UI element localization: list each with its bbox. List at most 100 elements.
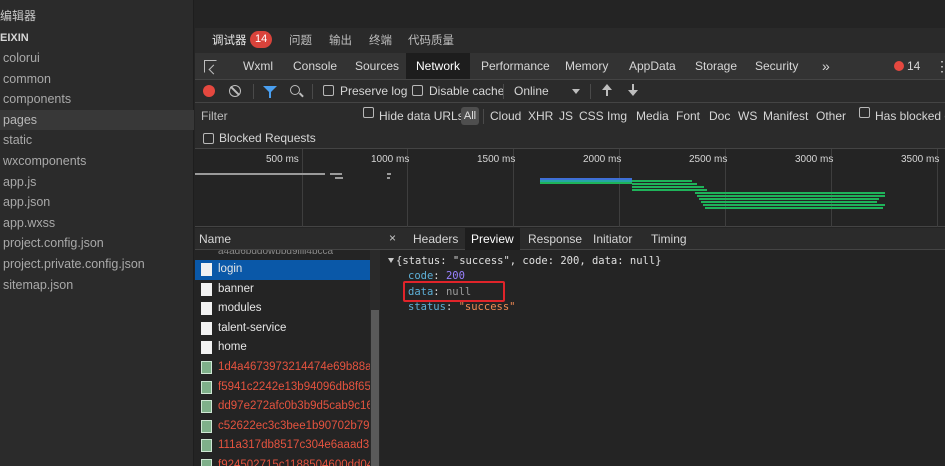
devtools-tab-sources[interactable]: Sources <box>355 53 399 79</box>
timeline-tick-label: 3500 ms <box>901 154 940 165</box>
has-blocked-cookies-checkbox[interactable] <box>859 107 870 118</box>
tab-debugger[interactable]: 调试器 <box>212 32 247 48</box>
type-filter-media[interactable]: Media <box>636 103 669 130</box>
document-file-icon <box>201 263 212 276</box>
file-explorer: 编辑器 EIXIN colorui common components pages st… <box>0 0 194 466</box>
type-filter-xhr[interactable]: XHR <box>528 103 553 130</box>
tree-item[interactable]: components <box>0 89 194 110</box>
tree-item[interactable]: project.private.config.json <box>0 254 194 275</box>
document-file-icon <box>201 282 212 296</box>
record-button[interactable] <box>203 85 215 97</box>
timeline-waterfall-bar <box>387 177 390 179</box>
tree-item[interactable]: project.config.json <box>0 233 194 254</box>
request-row[interactable]: c52622ec3c3bee1b90702b79b... <box>195 417 370 437</box>
type-filter-css[interactable]: CSS <box>579 103 604 130</box>
requests-header: Name <box>195 228 380 250</box>
request-row[interactable]: 1d4a4673973214474e69b88a... <box>195 358 370 378</box>
type-filter-img[interactable]: Img <box>607 103 627 130</box>
request-row[interactable]: login <box>195 260 370 280</box>
devtools-tab-performance[interactable]: Performance <box>481 53 550 79</box>
tab-code-quality[interactable]: 代码质量 <box>408 32 454 48</box>
devtools-tab-network[interactable]: Network <box>406 53 471 79</box>
name-column-header[interactable]: Name <box>199 232 231 246</box>
import-har-icon[interactable] <box>602 84 612 97</box>
disable-cache-checkbox[interactable] <box>412 85 423 96</box>
type-filter-all[interactable]: All <box>461 107 479 125</box>
tree-item[interactable]: app.js <box>0 172 194 193</box>
tree-item[interactable]: wxcomponents <box>0 151 194 172</box>
devtools-tab-console[interactable]: Console <box>293 53 337 79</box>
type-filter-font[interactable]: Font <box>676 103 700 130</box>
throttling-select[interactable]: Online <box>514 80 549 103</box>
detail-tab-preview[interactable]: Preview <box>465 228 520 250</box>
tree-item[interactable]: common <box>0 69 194 90</box>
preserve-log-checkbox[interactable] <box>323 85 334 96</box>
export-har-icon[interactable] <box>628 84 638 97</box>
tab-terminal[interactable]: 终端 <box>369 32 392 48</box>
image-file-icon <box>201 380 212 394</box>
tree-item[interactable]: colorui <box>0 48 194 69</box>
type-filter-cloud[interactable]: Cloud <box>490 103 521 130</box>
tab-output[interactable]: 输出 <box>329 32 352 48</box>
type-filter-ws[interactable]: WS <box>738 103 757 130</box>
detail-tab-response[interactable]: Response <box>528 228 582 250</box>
tree-item[interactable]: app.wxss <box>0 213 194 234</box>
devtools-tabbar: Wxml Console Sources Network Performance… <box>195 53 945 80</box>
type-filter-js[interactable]: JS <box>559 103 573 130</box>
request-name: f5941c2242e13b94096db8f65... <box>218 380 370 393</box>
request-row[interactable]: f924502715c1188504600dd04 <box>195 456 370 466</box>
devtools-tab-storage[interactable]: Storage <box>695 53 737 79</box>
tree-item[interactable]: app.json <box>0 192 194 213</box>
filter-icon[interactable] <box>263 86 277 98</box>
kebab-menu-icon[interactable]: ⋮ <box>935 53 945 79</box>
timeline-waterfall-bar <box>335 177 343 179</box>
more-tabs-icon[interactable]: » <box>822 53 830 79</box>
tree-item[interactable]: static <box>0 130 194 151</box>
tree-item[interactable]: pages <box>0 109 194 131</box>
filter-input[interactable] <box>195 105 353 126</box>
close-icon[interactable]: × <box>389 231 396 245</box>
requests-scrollbar[interactable] <box>370 250 380 466</box>
request-row[interactable]: dd97e272afc0b3b9d5cab9c16... <box>195 397 370 417</box>
network-overview-timeline[interactable]: 500 ms 1000 ms 1500 ms 2000 ms 2500 ms 3000 m… <box>195 149 945 227</box>
devtools-tab-wxml[interactable]: Wxml <box>243 53 273 79</box>
type-filter-other[interactable]: Other <box>816 103 846 130</box>
toolbar-divider <box>312 84 313 99</box>
detail-tab-timing[interactable]: Timing <box>651 228 687 250</box>
requests-list: a4ad6bddowbbd9iiii4bcca login banner modul… <box>195 250 370 466</box>
error-count[interactable]: 14 <box>907 53 920 79</box>
request-row[interactable]: modules <box>195 299 370 319</box>
tree-item[interactable]: sitemap.json <box>0 275 194 296</box>
scrollbar-thumb[interactable] <box>371 310 379 466</box>
timeline-tick-label: 2500 ms <box>689 154 728 165</box>
image-file-icon <box>201 419 212 433</box>
request-row-partial[interactable]: a4ad6bddowbbd9iiii4bcca <box>195 250 370 260</box>
devtools-tab-security[interactable]: Security <box>755 53 798 79</box>
hide-data-urls-checkbox[interactable] <box>363 107 374 118</box>
toolbar-divider <box>503 84 504 99</box>
search-icon[interactable] <box>290 85 300 95</box>
expand-caret-icon[interactable] <box>388 258 394 263</box>
request-row[interactable]: banner <box>195 280 370 300</box>
request-row[interactable]: home <box>195 338 370 358</box>
detail-tab-initiator[interactable]: Initiator <box>593 228 632 250</box>
detail-tab-headers[interactable]: Headers <box>413 228 458 250</box>
project-name[interactable]: EIXIN <box>0 29 194 47</box>
type-filter-manifest[interactable]: Manifest <box>763 103 808 130</box>
tab-issues[interactable]: 问题 <box>289 32 312 48</box>
preview-summary[interactable]: {status: "success", code: 200, data: nul… <box>396 255 662 267</box>
clear-button[interactable] <box>229 85 241 97</box>
blocked-requests-checkbox[interactable] <box>203 133 214 144</box>
error-icon[interactable] <box>894 61 904 71</box>
devtools-tab-appdata[interactable]: AppData <box>629 53 676 79</box>
request-row[interactable]: talent-service <box>195 319 370 339</box>
type-filter-doc[interactable]: Doc <box>709 103 730 130</box>
toolbar-divider <box>590 84 591 99</box>
request-row[interactable]: 111a317db8517c304e6aaad3... <box>195 436 370 456</box>
inspect-element-icon[interactable] <box>204 60 217 73</box>
hide-data-urls-label: Hide data URLs <box>379 109 464 123</box>
request-row[interactable]: f5941c2242e13b94096db8f65... <box>195 378 370 398</box>
chevron-down-icon[interactable] <box>572 89 580 94</box>
filter-row: Hide data URLs All Cloud XHR JS CSS Img … <box>195 103 945 128</box>
devtools-tab-memory[interactable]: Memory <box>565 53 608 79</box>
